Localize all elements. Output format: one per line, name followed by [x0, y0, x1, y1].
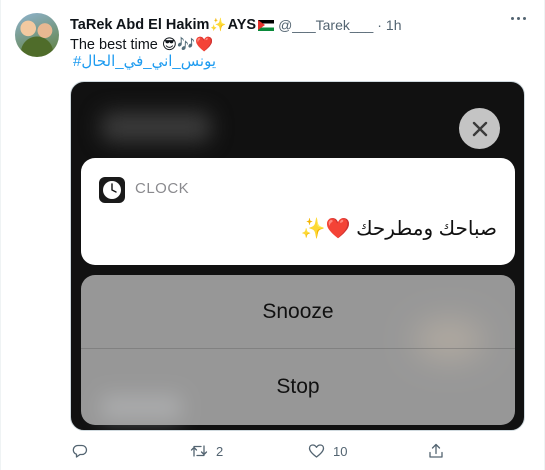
- clock-app-icon: [99, 177, 125, 203]
- author-name[interactable]: TaRek Abd El Hakim: [70, 17, 209, 33]
- more-icon[interactable]: [511, 17, 526, 20]
- reply-icon: [72, 444, 88, 458]
- share-icon: [429, 443, 443, 458]
- separator: ·: [377, 17, 382, 33]
- stop-button[interactable]: Stop: [81, 350, 515, 424]
- tweet-text: The best time 😎🎶❤️: [70, 37, 214, 53]
- tweet[interactable]: TaRek Abd El Hakim ✨ AYS @___Tarek___ · …: [0, 0, 545, 470]
- snooze-button[interactable]: Snooze: [81, 275, 515, 349]
- retweet-button[interactable]: 2: [190, 441, 223, 461]
- notification-message: صباحك ومطرحك ❤️✨: [300, 218, 497, 240]
- retweet-icon: [190, 445, 208, 457]
- like-count: 10: [333, 443, 348, 459]
- close-icon: [472, 121, 487, 136]
- tweet-media[interactable]: CLOCK صباحك ومطرحك ❤️✨ Snooze Stop: [70, 81, 525, 431]
- tweet-header: TaRek Abd El Hakim ✨ AYS @___Tarek___ · …: [70, 15, 402, 35]
- hashtag-link[interactable]: #يونس_اني_في_الحال: [73, 52, 216, 70]
- share-button[interactable]: [428, 441, 444, 461]
- alarm-actions: Snooze Stop: [81, 275, 515, 425]
- like-button[interactable]: 10: [308, 441, 347, 461]
- close-button[interactable]: [459, 108, 500, 149]
- avatar[interactable]: [15, 13, 59, 57]
- palestine-flag-icon: [258, 19, 275, 31]
- alarm-notification: CLOCK صباحك ومطرحك ❤️✨: [81, 158, 515, 265]
- tweet-actions: 2 10: [70, 441, 525, 461]
- timestamp[interactable]: 1h: [386, 17, 402, 33]
- app-name: CLOCK: [135, 180, 190, 197]
- sparkle-icon: ✨: [210, 17, 227, 32]
- author-handle[interactable]: @___Tarek___: [278, 17, 373, 33]
- reply-button[interactable]: [72, 441, 96, 461]
- retweet-count: 2: [216, 443, 224, 459]
- background-blur: [101, 112, 211, 142]
- author-name-suffix[interactable]: AYS: [228, 17, 256, 33]
- like-icon: [308, 444, 325, 458]
